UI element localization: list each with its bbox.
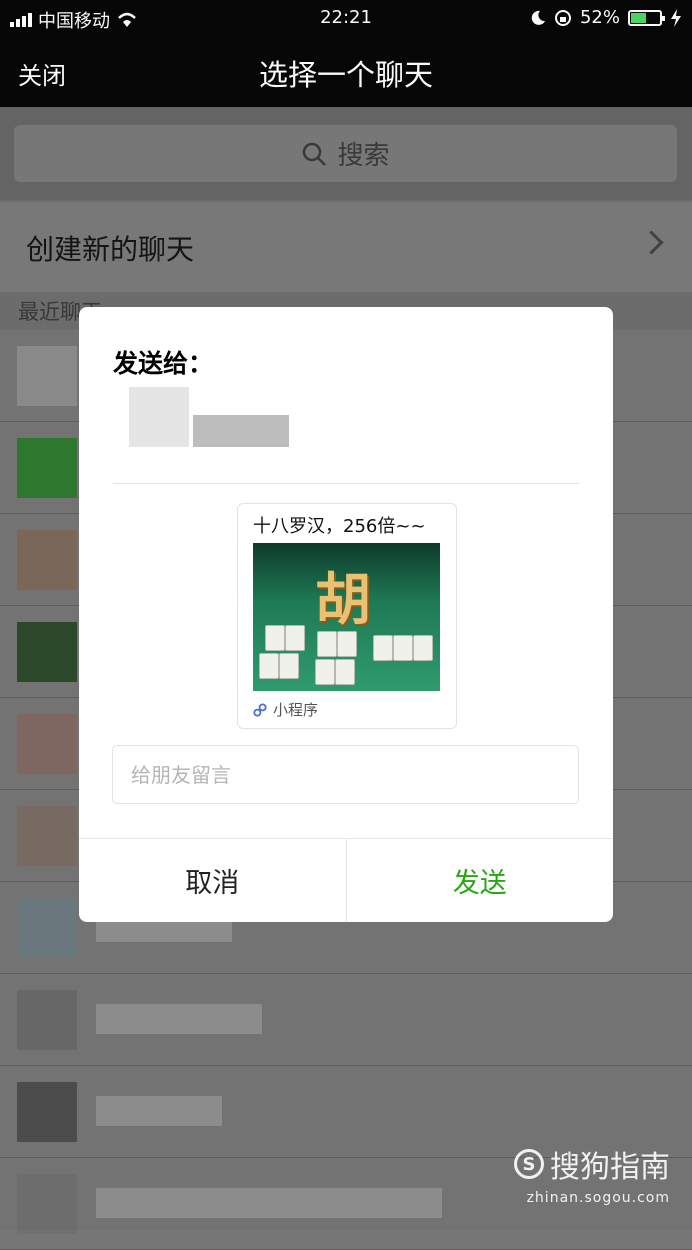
card-title: 十八罗汉，256倍~~ bbox=[253, 516, 426, 537]
mini-program-label: 小程序 bbox=[273, 701, 319, 719]
mahjong-tile bbox=[315, 659, 335, 685]
mahjong-tile bbox=[317, 631, 337, 657]
mahjong-tile bbox=[373, 635, 393, 661]
mahjong-tile bbox=[393, 635, 413, 661]
mahjong-tile bbox=[285, 625, 305, 651]
recipient-avatar bbox=[129, 387, 189, 447]
card-footer: 小程序 bbox=[253, 699, 318, 720]
dialog-buttons: 取消 发送 bbox=[79, 838, 613, 922]
send-dialog: 发送给： 十八罗汉，256倍~~ 胡 小程序 取消 发送 bbox=[79, 307, 613, 922]
divider bbox=[113, 483, 579, 484]
mahjong-tile bbox=[413, 635, 433, 661]
card-image-glyph: 胡 bbox=[315, 567, 371, 633]
watermark-brand: 搜狗指南 bbox=[550, 1150, 670, 1185]
mahjong-tile bbox=[279, 653, 299, 679]
mahjong-tile bbox=[265, 625, 285, 651]
mini-program-icon bbox=[253, 702, 267, 717]
mini-program-card[interactable]: 十八罗汉，256倍~~ 胡 小程序 bbox=[237, 503, 457, 729]
dialog-heading: 发送给： bbox=[113, 349, 214, 378]
mahjong-tile bbox=[335, 659, 355, 685]
message-input[interactable] bbox=[112, 745, 579, 804]
mahjong-tile bbox=[337, 631, 357, 657]
watermark-logo-row: S 搜狗指南 bbox=[514, 1142, 670, 1186]
card-image: 胡 bbox=[253, 543, 440, 691]
sogou-watermark: S 搜狗指南 zhinan.sogou.com bbox=[514, 1142, 670, 1206]
send-button[interactable]: 发送 bbox=[347, 839, 614, 922]
sogou-logo-icon: S bbox=[514, 1149, 544, 1179]
recipient-name-blurred bbox=[193, 415, 289, 447]
cancel-button[interactable]: 取消 bbox=[79, 839, 347, 922]
mahjong-tile bbox=[259, 653, 279, 679]
watermark-url: zhinan.sogou.com bbox=[526, 1190, 670, 1206]
